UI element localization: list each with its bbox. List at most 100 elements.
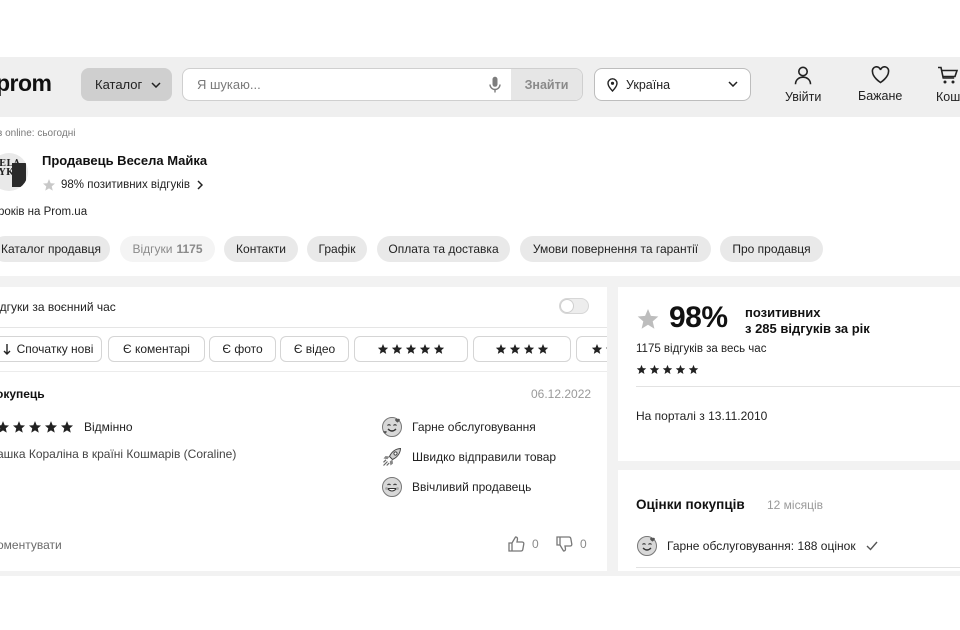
review-separator xyxy=(0,371,607,372)
seller-rating-link[interactable]: 98% позитивних відгуків xyxy=(42,178,203,192)
tab-contacts[interactable]: Контакти xyxy=(224,236,298,262)
star-icon xyxy=(591,344,603,354)
four-stars-icon xyxy=(495,343,549,355)
three-stars-icon xyxy=(591,343,607,355)
dislike-count: 0 xyxy=(580,537,587,551)
positive-percent: 98% xyxy=(669,301,728,334)
dislike-button[interactable]: 0 xyxy=(556,536,587,552)
on-portal-since: На порталі з 13.11.2010 xyxy=(636,409,768,423)
star-icon xyxy=(523,344,535,354)
search-button[interactable]: Знайти xyxy=(511,69,582,100)
thumbs-up-icon xyxy=(508,536,525,552)
cart-icon xyxy=(938,66,959,84)
smiling-face-hearts-icon xyxy=(637,536,657,556)
catalog-button-label: Каталог xyxy=(95,77,143,92)
heart-icon xyxy=(871,66,889,84)
tab-reviews-label: Відгуки xyxy=(132,242,173,256)
region-select[interactable]: Україна xyxy=(594,68,751,101)
user-icon xyxy=(794,66,812,85)
star-icon xyxy=(495,344,507,354)
war-time-filter-label: ідгуки за воєнний час xyxy=(0,300,116,314)
location-pin-icon xyxy=(607,77,618,92)
tab-reviews-count: 1175 xyxy=(176,242,203,256)
tab-reviews[interactable]: Відгуки 1175 xyxy=(120,236,215,262)
tab-returns-warranty[interactable]: Умови повернення та гарантії xyxy=(520,236,711,262)
tab-schedule[interactable]: Графік xyxy=(307,236,367,262)
login-button[interactable]: Увійти xyxy=(785,66,821,104)
review-stars-icon xyxy=(0,420,74,434)
buyer-ratings-period: 12 місяців xyxy=(767,498,824,512)
like-count: 0 xyxy=(532,537,539,551)
star-icon xyxy=(605,347,607,349)
seller-logo-stamp xyxy=(12,163,26,187)
thumbs-down-icon xyxy=(556,536,573,552)
tab-about-seller[interactable]: Про продавця xyxy=(720,236,823,262)
wishlist-button[interactable]: Бажане xyxy=(858,66,902,103)
star-icon xyxy=(391,344,403,354)
search-input[interactable] xyxy=(183,69,483,100)
star-icon xyxy=(44,421,58,433)
review-tag-label: Ввічливий продавець xyxy=(412,480,532,494)
wishlist-label: Бажане xyxy=(858,89,903,103)
review-tag-label: Гарне обслуговування xyxy=(412,420,536,434)
positive-yearly-count: з 285 відгуків за рік xyxy=(745,321,870,336)
star-icon xyxy=(649,364,660,374)
tab-payment-delivery[interactable]: Оплата та доставка xyxy=(377,236,510,262)
star-icon xyxy=(688,364,699,374)
positive-label: позитивних xyxy=(745,305,821,320)
cart-button[interactable]: Кош xyxy=(936,66,960,104)
seller-logo[interactable]: SELA AYKA xyxy=(0,153,28,191)
filter-has-video[interactable]: Є відео xyxy=(280,336,349,362)
filter-5-stars[interactable] xyxy=(354,336,468,362)
star-icon xyxy=(12,421,26,433)
review-product-link[interactable]: ашка Кораліна в країні Кошмарів (Coralin… xyxy=(0,447,236,461)
star-icon xyxy=(537,344,549,354)
seller-name: Продавець Весела Майка xyxy=(42,153,208,168)
smiling-face-icon xyxy=(382,477,402,497)
total-reviews: 1175 відгуків за весь час xyxy=(636,343,767,355)
top-header: prom Каталог Знайти Україна Увійти Бажан… xyxy=(0,57,960,117)
toggle-knob xyxy=(561,300,573,312)
microphone-icon[interactable] xyxy=(489,76,501,94)
review-date: 06.12.2022 xyxy=(531,387,592,401)
prom-logo[interactable]: prom xyxy=(0,70,52,97)
star-icon xyxy=(637,309,659,329)
like-button[interactable]: 0 xyxy=(508,536,539,552)
filter-newest-first-label: Спочатку нові xyxy=(16,342,94,356)
summary-stars xyxy=(636,362,699,380)
online-status: в online: сьогодні xyxy=(0,128,76,139)
star-icon xyxy=(42,179,56,191)
review-filters: Спочатку нові Є коментарі Є фото Є відео xyxy=(0,336,607,362)
star-icon xyxy=(675,364,686,374)
divider xyxy=(0,327,607,328)
five-stars-icon xyxy=(377,343,445,355)
tab-catalog[interactable]: Каталог продавця xyxy=(0,236,110,262)
divider xyxy=(636,386,960,387)
filter-newest-first[interactable]: Спочатку нові xyxy=(0,336,102,362)
filter-3-stars[interactable] xyxy=(576,336,607,362)
star-icon xyxy=(662,364,673,374)
filter-4-stars[interactable] xyxy=(473,336,571,362)
reviewer-name: окупець xyxy=(0,387,45,401)
comment-button[interactable]: оментувати xyxy=(0,538,62,552)
chevron-down-icon xyxy=(728,81,738,87)
divider xyxy=(636,567,960,568)
seller-rating-text: 98% позитивних відгуків xyxy=(61,179,190,191)
star-icon xyxy=(28,421,42,433)
star-icon xyxy=(60,421,74,433)
rocket-icon xyxy=(383,447,402,466)
review-tag-label: Швидко відправили товар xyxy=(412,450,557,464)
filter-has-comments[interactable]: Є коментарі xyxy=(108,336,205,362)
buyer-rating-row: Гарне обслуговування: 188 оцінок xyxy=(636,535,878,557)
review-tag-fast-shipping: Швидко відправили товар xyxy=(381,446,556,468)
catalog-button[interactable]: Каталог xyxy=(81,68,172,101)
review-rating: Відмінно xyxy=(0,420,133,434)
star-icon xyxy=(405,344,417,354)
star-icon xyxy=(377,344,389,354)
star-icon xyxy=(636,364,647,374)
war-time-toggle[interactable] xyxy=(559,298,589,314)
star-icon xyxy=(509,344,521,354)
checkmark-icon xyxy=(866,541,878,551)
filter-has-photo[interactable]: Є фото xyxy=(209,336,276,362)
review-tag-good-service: Гарне обслуговування xyxy=(381,416,536,438)
